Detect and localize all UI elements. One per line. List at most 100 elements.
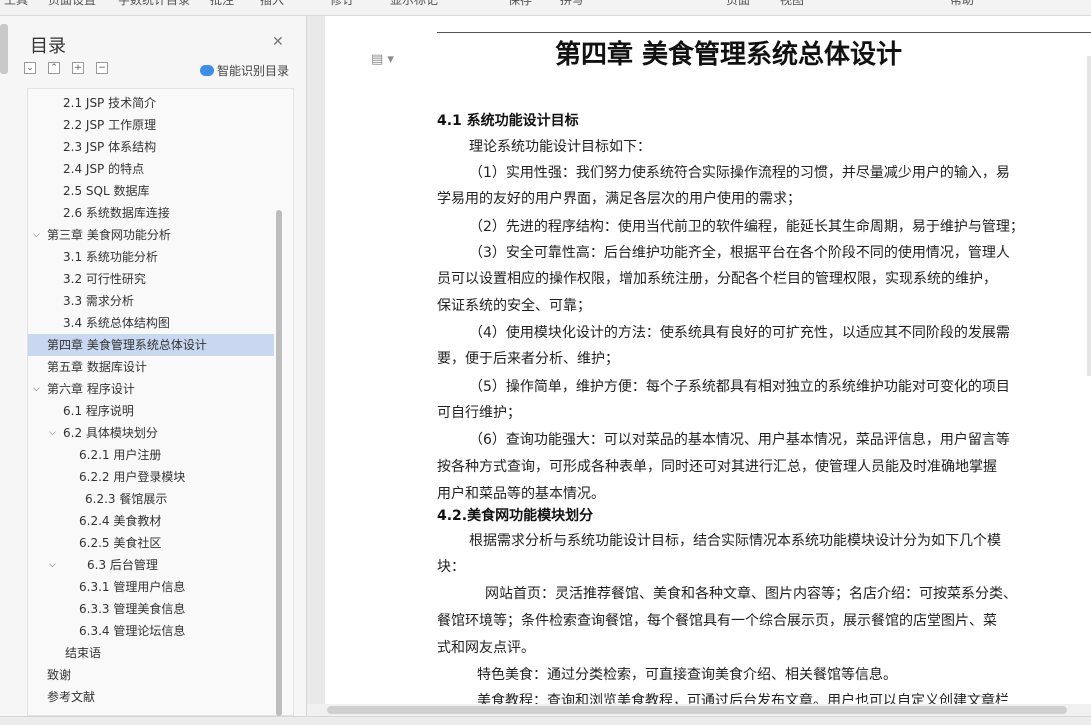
- body-line: 员可以设置相应的操作权限，增加系统注册，分配各个栏目的管理权限，实现系统的维护，: [437, 271, 997, 287]
- toolbar: 工具 页面设置 字数统计 目录 批注 插入 修订 显示标记 保存 拼写 页面 视…: [0, 0, 1091, 16]
- toc-item[interactable]: 6.2.4 美食教材: [28, 510, 274, 532]
- body-line: （5）操作简单，维护方便：每个子系统都具有相对独立的系统维护功能对可变化的项目: [469, 379, 1010, 395]
- toc-item-label: 第六章 程序设计: [47, 382, 135, 396]
- toc-item[interactable]: ⌵ 6.3 后台管理: [28, 554, 274, 576]
- toc-item-label: 2.4 JSP 的特点: [63, 162, 145, 176]
- section-heading: 4.1 系统功能设计目标: [437, 113, 579, 129]
- close-icon[interactable]: ✕: [272, 34, 284, 50]
- body-line: 理论系统功能设计目标如下：: [469, 139, 651, 155]
- body-line: 块：: [437, 559, 465, 575]
- toc-item[interactable]: ⌵ 第六章 程序设计: [28, 378, 274, 400]
- body-line: （1）实用性强：我们努力使系统符合实际操作流程的习惯，并尽量减少用户的输入，易: [469, 165, 1010, 181]
- page-gutter: [307, 16, 325, 704]
- body-line: 保证系统的安全、可靠；: [437, 298, 591, 314]
- chevron-down-icon[interactable]: ⌵: [49, 422, 56, 444]
- chevron-down-icon[interactable]: ⌵: [33, 224, 40, 246]
- toc-item[interactable]: 6.2.3 餐馆展示: [28, 488, 274, 510]
- section-heading: 4.2.美食网功能模块划分: [437, 508, 594, 524]
- toc-scrollbar[interactable]: [274, 88, 284, 716]
- toolbar-item[interactable]: 显示标记: [390, 0, 438, 8]
- toc-item-active[interactable]: 第四章 美食管理系统总体设计: [28, 334, 274, 356]
- toc-item[interactable]: 3.2 可行性研究: [28, 268, 274, 290]
- toc-item-label: 3.4 系统总体结构图: [63, 316, 170, 330]
- smart-toc-button[interactable]: 智能识别目录: [200, 62, 289, 79]
- toc-item-label: 3.2 可行性研究: [63, 272, 146, 286]
- horizontal-scrollbar[interactable]: [307, 704, 1091, 716]
- toc-item-label: 第五章 数据库设计: [47, 360, 147, 374]
- toc-item[interactable]: 6.1 程序说明: [28, 400, 274, 422]
- toolbar-item[interactable]: 页面设置: [48, 0, 96, 8]
- toc-scrollbar-thumb[interactable]: [276, 210, 282, 716]
- toc-item-label: 6.2.3 餐馆展示: [85, 492, 168, 506]
- toc-item[interactable]: 6.3.1 管理用户信息: [28, 576, 274, 598]
- cloud-icon: [200, 65, 214, 76]
- chevron-down-icon[interactable]: ⌵: [49, 554, 56, 576]
- toc-item[interactable]: 2.2 JSP 工作原理: [28, 114, 274, 136]
- body-line: （4）使用模块化设计的方法：使系统具有良好的可扩充性，以适应其不同阶段的发展需: [469, 325, 1010, 341]
- toc-item-label: 2.3 JSP 体系结构: [63, 140, 157, 154]
- toc-item[interactable]: 6.2.1 用户注册: [28, 444, 274, 466]
- add-level-icon[interactable]: +: [72, 62, 84, 74]
- toc-item[interactable]: 3.1 系统功能分析: [28, 246, 274, 268]
- header-rule: [437, 32, 1091, 33]
- toolbar-item[interactable]: 页面: [726, 0, 750, 8]
- toc-item-label: 6.3.3 管理美食信息: [79, 602, 186, 616]
- body-line: 根据需求分析与系统功能设计目标，结合实际情况本系统功能模块设计分为如下几个模: [469, 533, 1001, 549]
- body-line: 美食教程：查询和浏览美食教程，可通过后台发布文章。用户也可以自定义创建文章栏: [477, 693, 1009, 704]
- toolbar-item[interactable]: 插入: [260, 0, 284, 8]
- expand-up-icon[interactable]: ⌃: [48, 62, 60, 74]
- toc-item[interactable]: 参考文献: [28, 686, 274, 708]
- body-line: 按各种方式查询，可形成各种表单，同时还可对其进行汇总，使管理人员能及时准确地掌握: [437, 459, 997, 475]
- body-line: 用户和菜品等的基本情况。: [437, 486, 605, 502]
- toc-item[interactable]: 结束语: [28, 642, 274, 664]
- pane-scrollbar[interactable]: [0, 24, 8, 74]
- toolbar-item[interactable]: 修订: [330, 0, 354, 8]
- toc-item[interactable]: 2.1 JSP 技术简介: [28, 92, 274, 114]
- toc-item[interactable]: 6.3.4 管理论坛信息: [28, 620, 274, 642]
- toc-item[interactable]: ⌵ 6.2 具体模块划分: [28, 422, 274, 444]
- body-line: 式和网友点评。: [437, 640, 535, 656]
- toolbar-item[interactable]: 视图: [780, 0, 804, 8]
- toc-item[interactable]: 2.5 SQL 数据库: [28, 180, 274, 202]
- collapse-all-icon[interactable]: ⌄: [24, 62, 36, 74]
- toc-item-label: 6.2.4 美食教材: [79, 514, 162, 528]
- toc-item[interactable]: 6.2.2 用户登录模块: [28, 466, 274, 488]
- toc-item[interactable]: 第五章 数据库设计: [28, 356, 274, 378]
- toolbar-item[interactable]: 目录: [166, 0, 190, 8]
- document-icon[interactable]: ▤ ▾: [371, 52, 394, 67]
- remove-level-icon[interactable]: −: [96, 62, 108, 74]
- body-line: （3）安全可靠性高：后台维护功能齐全，根据平台在各个阶段不同的使用情况，管理人: [469, 245, 1010, 261]
- toc-item[interactable]: 3.4 系统总体结构图: [28, 312, 274, 334]
- toc-item-label: 第四章 美食管理系统总体设计: [47, 338, 207, 352]
- toc-item[interactable]: 6.3.3 管理美食信息: [28, 598, 274, 620]
- chevron-down-icon[interactable]: ⌵: [33, 378, 40, 400]
- toc-item[interactable]: 6.2.5 美食社区: [28, 532, 274, 554]
- toc-item-label: 6.3.1 管理用户信息: [79, 580, 186, 594]
- toc-pane: 目录 ✕ ⌄ ⌃ + − 智能识别目录 2.1 JSP 技术简介 2.2 JSP…: [0, 16, 307, 716]
- toolbar-item[interactable]: 保存: [508, 0, 532, 8]
- toolbar-item[interactable]: 字数统计: [118, 0, 166, 8]
- toc-item[interactable]: 2.4 JSP 的特点: [28, 158, 274, 180]
- toolbar-item[interactable]: 批注: [210, 0, 234, 8]
- toc-item[interactable]: 2.3 JSP 体系结构: [28, 136, 274, 158]
- toolbar-item[interactable]: 工具: [4, 0, 28, 8]
- toc-item-label: 2.1 JSP 技术简介: [63, 96, 157, 110]
- toc-title: 目录: [30, 36, 66, 57]
- page-edge: [1087, 56, 1091, 376]
- toc-item[interactable]: 3.3 需求分析: [28, 290, 274, 312]
- toc-item-label: 2.6 系统数据库连接: [63, 206, 170, 220]
- body-line: （2）先进的程序结构：使用当代前卫的软件编程，能延长其生命周期，易于维护与管理；: [469, 219, 1024, 235]
- toc-item-label: 6.3.4 管理论坛信息: [79, 624, 186, 638]
- toc-item[interactable]: ⌵ 第三章 美食网功能分析: [28, 224, 274, 246]
- toc-list: 2.1 JSP 技术简介 2.2 JSP 工作原理 2.3 JSP 体系结构 2…: [27, 88, 294, 716]
- document-area: ▤ ▾ 第四章 美食管理系统总体设计 4.1 系统功能设计目标 理论系统功能设计…: [307, 16, 1091, 704]
- toolbar-item[interactable]: 拼写: [560, 0, 584, 8]
- toc-item-label: 6.1 程序说明: [63, 404, 134, 418]
- toc-item[interactable]: 2.6 系统数据库连接: [28, 202, 274, 224]
- toc-item-label: 6.3 后台管理: [87, 558, 158, 572]
- toc-item[interactable]: 致谢: [28, 664, 274, 686]
- horizontal-scrollbar-thumb[interactable]: [327, 706, 1067, 714]
- toolbar-item[interactable]: 帮助: [950, 0, 974, 8]
- toc-item-label: 3.3 需求分析: [63, 294, 134, 308]
- toc-item-label: 6.2.1 用户注册: [79, 448, 162, 462]
